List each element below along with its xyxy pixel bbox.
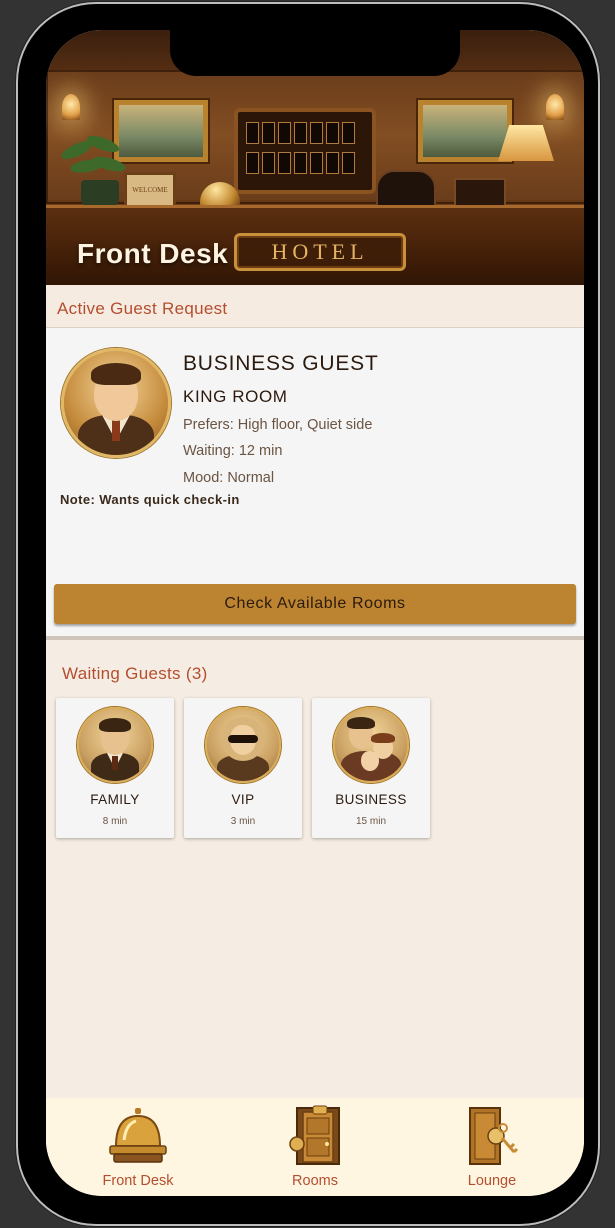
guest-waiting-time: Waiting: 12 min (183, 443, 283, 459)
waiting-guests-section: Waiting Guests (3) FAMILY 8 min VIP 3 mi… (46, 640, 584, 1098)
room-door-icon (289, 1105, 340, 1165)
nav-label-lounge: Lounge (467, 1173, 517, 1189)
waiting-guest-card-vip[interactable]: VIP 3 min (184, 698, 302, 838)
guest-mood: Mood: Normal (183, 470, 275, 486)
family-guest-avatar (77, 707, 153, 783)
active-request-label: Active Guest Request (57, 299, 228, 318)
key-rack (234, 108, 376, 194)
room-type: KING ROOM (183, 387, 288, 406)
business-family-avatar (333, 707, 409, 783)
page-title: Front Desk (77, 238, 229, 269)
door-key-icon (469, 1107, 519, 1165)
check-available-rooms-button[interactable]: Check Available Rooms (54, 584, 576, 624)
waiting-guest-card-family[interactable]: FAMILY 8 min (56, 698, 174, 838)
hotel-sign: HOTEL (234, 233, 406, 271)
guest-preferences: Prefers: High floor, Quiet side (183, 417, 373, 433)
waiting-guest-card-business[interactable]: BUSINESS 15 min (312, 698, 430, 838)
app-screen: WELCOME HOTEL Front Desk Active Guest Re… (46, 30, 584, 1196)
bottom-navigation: Front Desk Rooms Lounge (46, 1098, 584, 1196)
landscape-painting-left (114, 100, 208, 162)
waiting-guest-time: 8 min (102, 816, 128, 827)
wall-lamp-right (546, 94, 564, 120)
welcome-sign: WELCOME (124, 172, 176, 208)
waiting-guest-time: 15 min (355, 816, 386, 827)
wall-lamp-left (62, 94, 80, 120)
business-guest-avatar (61, 348, 171, 458)
waiting-guests-label: Waiting Guests (3) (62, 664, 208, 683)
nav-front-desk[interactable]: Front Desk (68, 1098, 208, 1196)
guest-type: BUSINESS GUEST (183, 352, 379, 375)
waiting-guest-time: 3 min (230, 816, 256, 827)
vip-guest-avatar (205, 707, 281, 783)
waiting-guest-name: FAMILY (90, 792, 140, 807)
nav-label-front-desk: Front Desk (102, 1173, 174, 1189)
rotary-phone (376, 170, 436, 210)
landscape-painting-right (418, 100, 512, 162)
nav-label-rooms: Rooms (292, 1173, 338, 1189)
plant-pot (81, 180, 119, 208)
nav-lounge[interactable]: Lounge (422, 1098, 562, 1196)
waiting-guest-name: VIP (231, 792, 255, 807)
phone-notch (170, 30, 460, 76)
waiting-guest-name: BUSINESS (335, 792, 407, 807)
service-bell-icon (109, 1108, 167, 1163)
active-guest-card: BUSINESS GUEST KING ROOM Prefers: High f… (46, 328, 584, 636)
active-request-header: Active Guest Request (46, 285, 584, 328)
nav-rooms[interactable]: Rooms (245, 1098, 385, 1196)
guest-note: Note: Wants quick check-in (60, 492, 240, 507)
